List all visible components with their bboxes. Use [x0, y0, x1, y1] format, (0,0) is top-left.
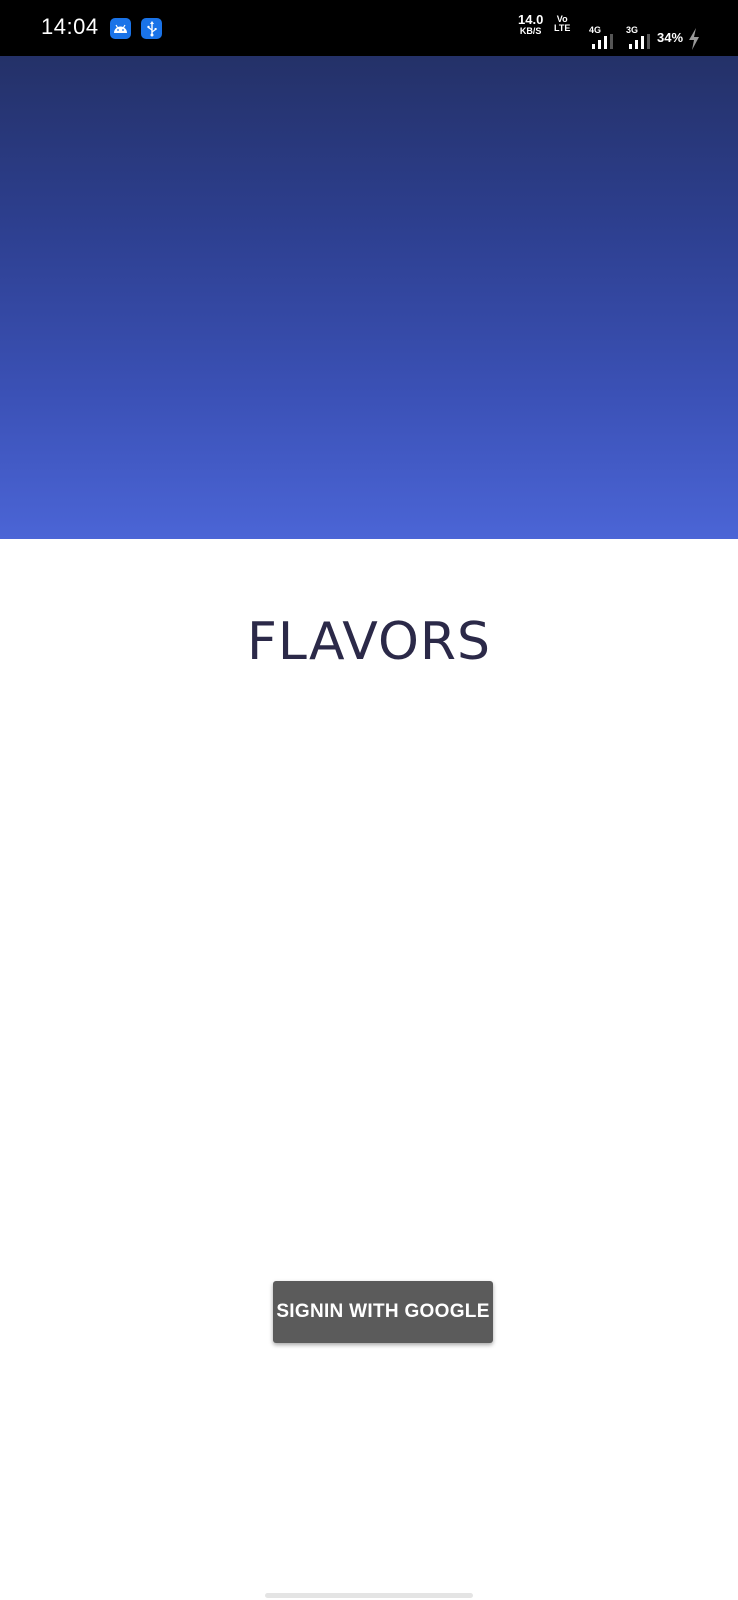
status-time: 14:04 [41, 14, 99, 39]
charging-bolt-icon [689, 28, 699, 50]
volte-indicator: Vo LTE [554, 15, 570, 33]
battery-percentage: 34% [657, 30, 684, 45]
app-screen: 14:04 14.0 KB/S Vo LTE 4G 3G 34% FLAVORS… [0, 0, 738, 1600]
network-speed: 14.0 KB/S [518, 13, 543, 36]
network-speed-value: 14.0 [518, 12, 544, 27]
signin-with-google-button[interactable]: SIGNIN WITH GOOGLE [273, 1281, 493, 1343]
status-bar: 14:04 14.0 KB/S Vo LTE 4G 3G 34% [0, 0, 738, 56]
android-icon [110, 18, 131, 39]
app-title: FLAVORS [246, 612, 492, 672]
volte-bottom-label: LTE [554, 23, 571, 33]
usb-icon [141, 18, 162, 39]
home-gesture-bar[interactable] [265, 1593, 473, 1598]
header-gradient-banner [0, 56, 738, 539]
network-speed-unit: KB/S [519, 26, 542, 36]
